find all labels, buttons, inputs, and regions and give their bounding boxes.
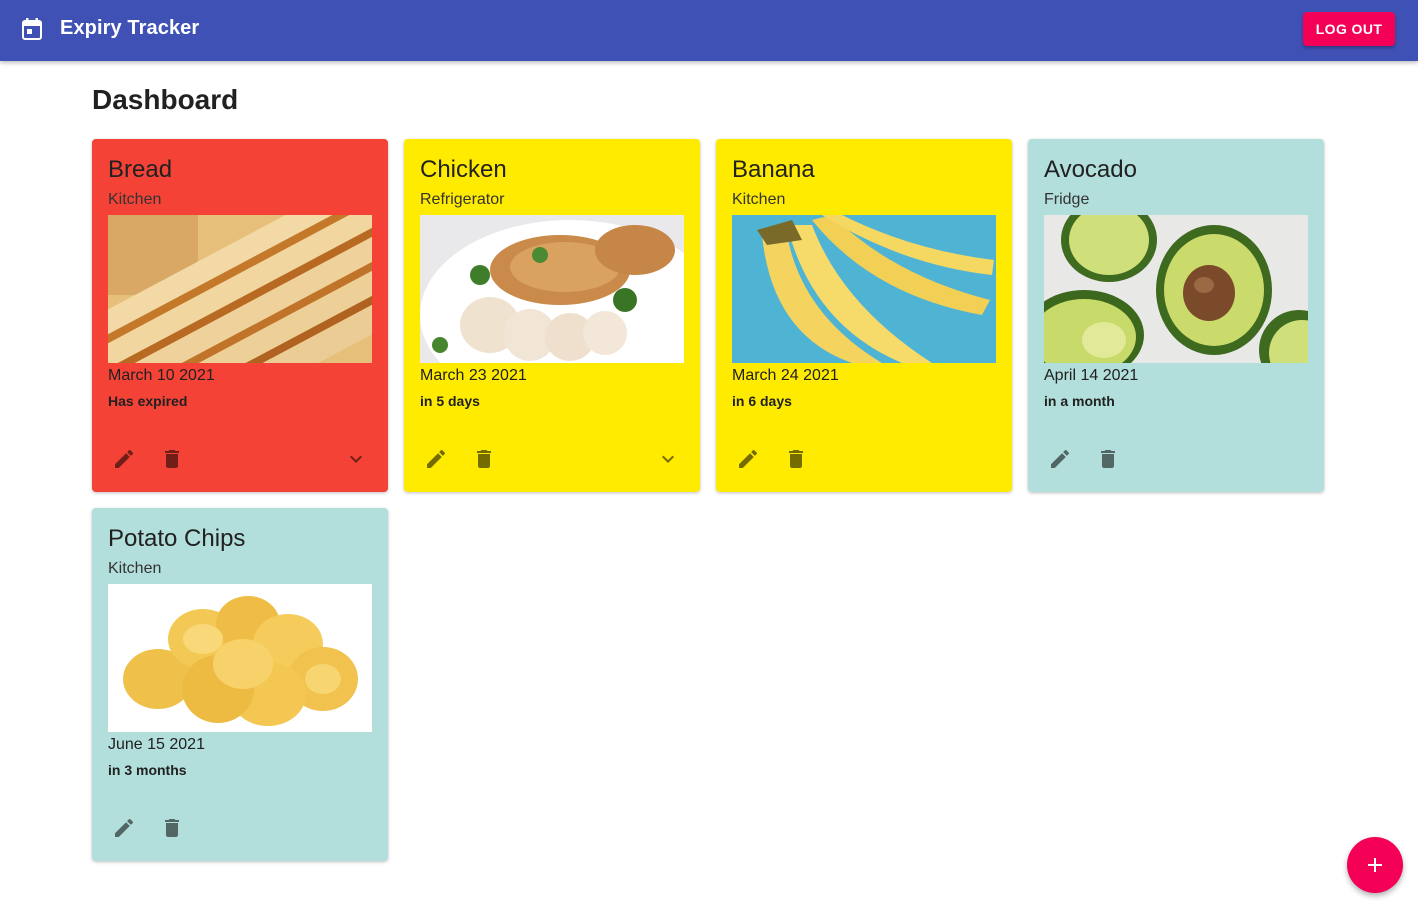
item-location: Refrigerator (420, 191, 505, 208)
delete-icon[interactable] (160, 816, 184, 840)
chevron-down-icon[interactable] (344, 447, 368, 471)
item-name: Bread (108, 156, 173, 183)
expiry-status: in 5 days (420, 393, 480, 409)
delete-icon[interactable] (784, 447, 808, 471)
app-bar: Expiry Tracker LOG OUT (0, 0, 1418, 61)
chicken-image (420, 215, 684, 363)
expiry-date: March 23 2021 (420, 367, 527, 384)
item-card: Avocado Fridge April 14 2021 in a month (1028, 139, 1324, 492)
expiry-date: June 15 2021 (108, 736, 205, 753)
item-card: Potato Chips Kitchen June 15 2021 in 3 m… (92, 508, 388, 861)
potato-chips-image (108, 584, 372, 732)
edit-icon[interactable] (424, 447, 448, 471)
logout-button[interactable]: LOG OUT (1303, 12, 1395, 46)
item-location: Kitchen (108, 191, 162, 208)
expiry-date: March 24 2021 (732, 367, 839, 384)
item-name: Avocado (1044, 156, 1137, 183)
calendar-icon (22, 18, 42, 40)
edit-icon[interactable] (1048, 447, 1072, 471)
delete-icon[interactable] (472, 447, 496, 471)
item-name: Potato Chips (108, 525, 246, 552)
expiry-date: April 14 2021 (1044, 367, 1139, 384)
item-name: Banana (732, 156, 815, 183)
item-location: Kitchen (108, 560, 162, 577)
expiry-date: March 10 2021 (108, 367, 215, 384)
item-card: Bread Kitchen March 10 2021 Has expired (92, 139, 388, 492)
edit-icon[interactable] (112, 816, 136, 840)
bread-image (108, 215, 372, 363)
item-location: Kitchen (732, 191, 786, 208)
expiry-status: in 6 days (732, 393, 792, 409)
banana-image (732, 215, 996, 363)
item-card: Banana Kitchen March 24 2021 in 6 days (716, 139, 1012, 492)
expiry-status: Has expired (108, 393, 188, 409)
edit-icon[interactable] (736, 447, 760, 471)
delete-icon[interactable] (1096, 447, 1120, 471)
app-title: Expiry Tracker (60, 17, 200, 39)
page-title: Dashboard (92, 84, 239, 115)
chevron-down-icon[interactable] (656, 447, 680, 471)
item-card: Chicken Refrigerator March 23 2021 in 5 … (404, 139, 700, 492)
plus-icon (1368, 858, 1382, 872)
expiry-status: in 3 months (108, 762, 187, 778)
add-item-button[interactable] (1347, 837, 1403, 893)
delete-icon[interactable] (160, 447, 184, 471)
avocado-image (1044, 215, 1308, 363)
item-name: Chicken (420, 156, 507, 183)
item-location: Fridge (1044, 191, 1090, 208)
edit-icon[interactable] (112, 447, 136, 471)
expiry-status: in a month (1044, 393, 1115, 409)
